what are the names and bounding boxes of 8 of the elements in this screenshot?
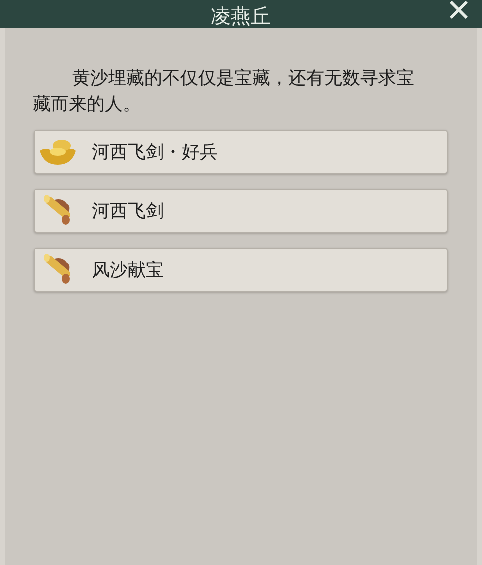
close-button[interactable]	[448, 0, 470, 20]
option-button[interactable]: 河西飞剑	[34, 189, 448, 233]
description-text: 黄沙埋藏的不仅仅是宝藏，还有无数寻求宝藏而来的人。	[32, 67, 416, 117]
window-title: 凌燕丘	[211, 4, 271, 28]
ingot-icon	[38, 137, 78, 167]
close-icon	[449, 1, 469, 19]
option-button[interactable]: 河西飞剑・好兵	[34, 130, 448, 174]
option-button[interactable]: 风沙献宝	[34, 248, 448, 292]
